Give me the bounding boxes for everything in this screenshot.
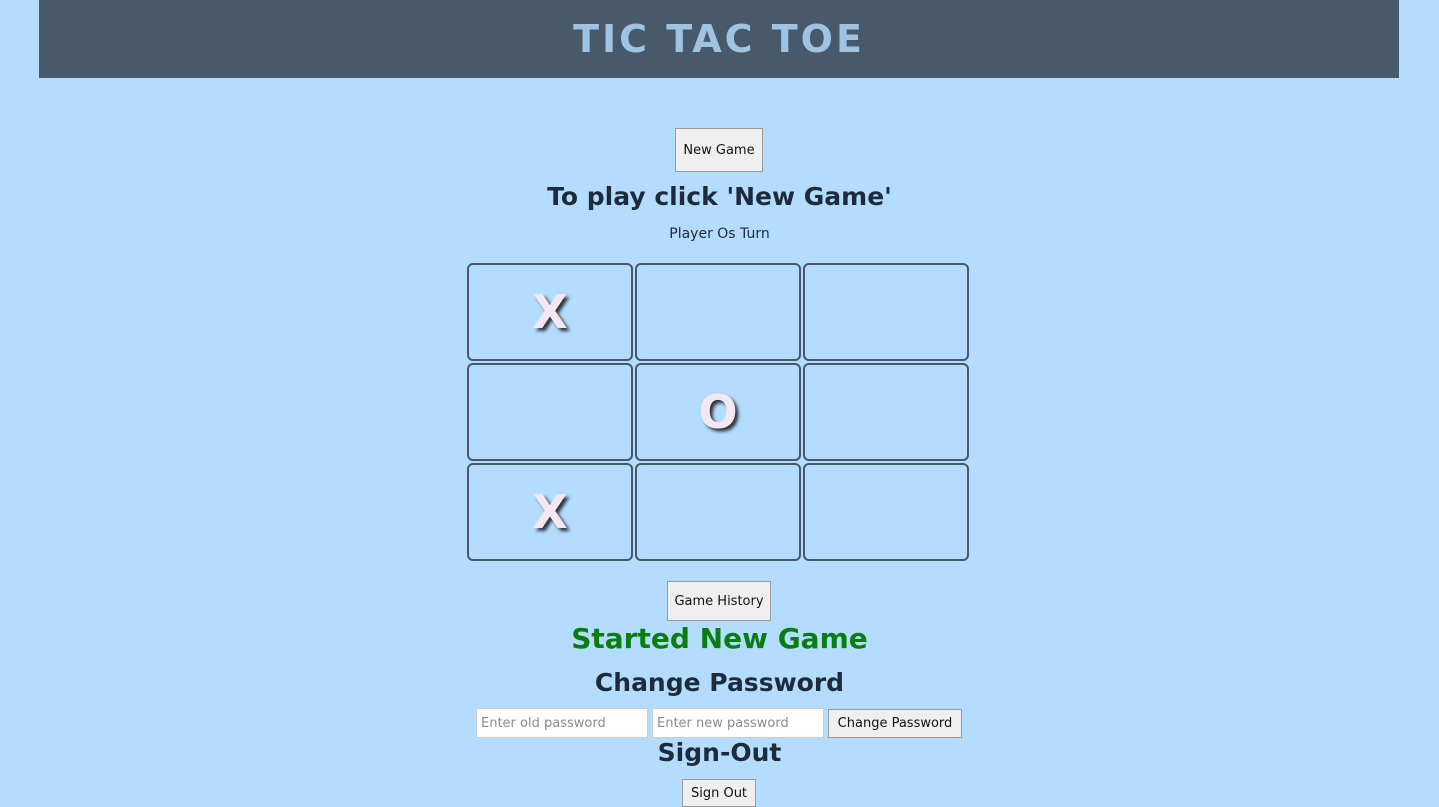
sign-out-button[interactable]: Sign Out (682, 779, 756, 807)
turn-indicator: Player Os Turn (669, 226, 770, 242)
game-board: X O X (467, 263, 971, 563)
cell-mark: X (532, 485, 568, 539)
sign-out-heading: Sign-Out (657, 738, 782, 767)
header-bar: TIC TAC TOE (39, 0, 1399, 78)
board-cell-4[interactable]: O (635, 363, 801, 461)
board-cell-3[interactable] (467, 363, 633, 461)
cell-mark: X (532, 285, 568, 339)
new-password-input[interactable] (652, 708, 824, 738)
old-password-input[interactable] (476, 708, 648, 738)
status-message: Started New Game (571, 622, 868, 655)
board-cell-6[interactable]: X (467, 463, 633, 561)
new-game-button[interactable]: New Game (675, 128, 763, 172)
cell-mark: O (698, 385, 738, 439)
instruction-text: To play click 'New Game' (547, 182, 892, 211)
board-cell-2[interactable] (803, 263, 969, 361)
board-cell-5[interactable] (803, 363, 969, 461)
board-cell-8[interactable] (803, 463, 969, 561)
board-cell-1[interactable] (635, 263, 801, 361)
game-history-button[interactable]: Game History (667, 581, 771, 621)
game-title: TIC TAC TOE (573, 17, 865, 61)
change-password-button[interactable]: Change Password (828, 709, 962, 738)
change-password-heading: Change Password (594, 668, 845, 697)
board-cell-0[interactable]: X (467, 263, 633, 361)
board-cell-7[interactable] (635, 463, 801, 561)
